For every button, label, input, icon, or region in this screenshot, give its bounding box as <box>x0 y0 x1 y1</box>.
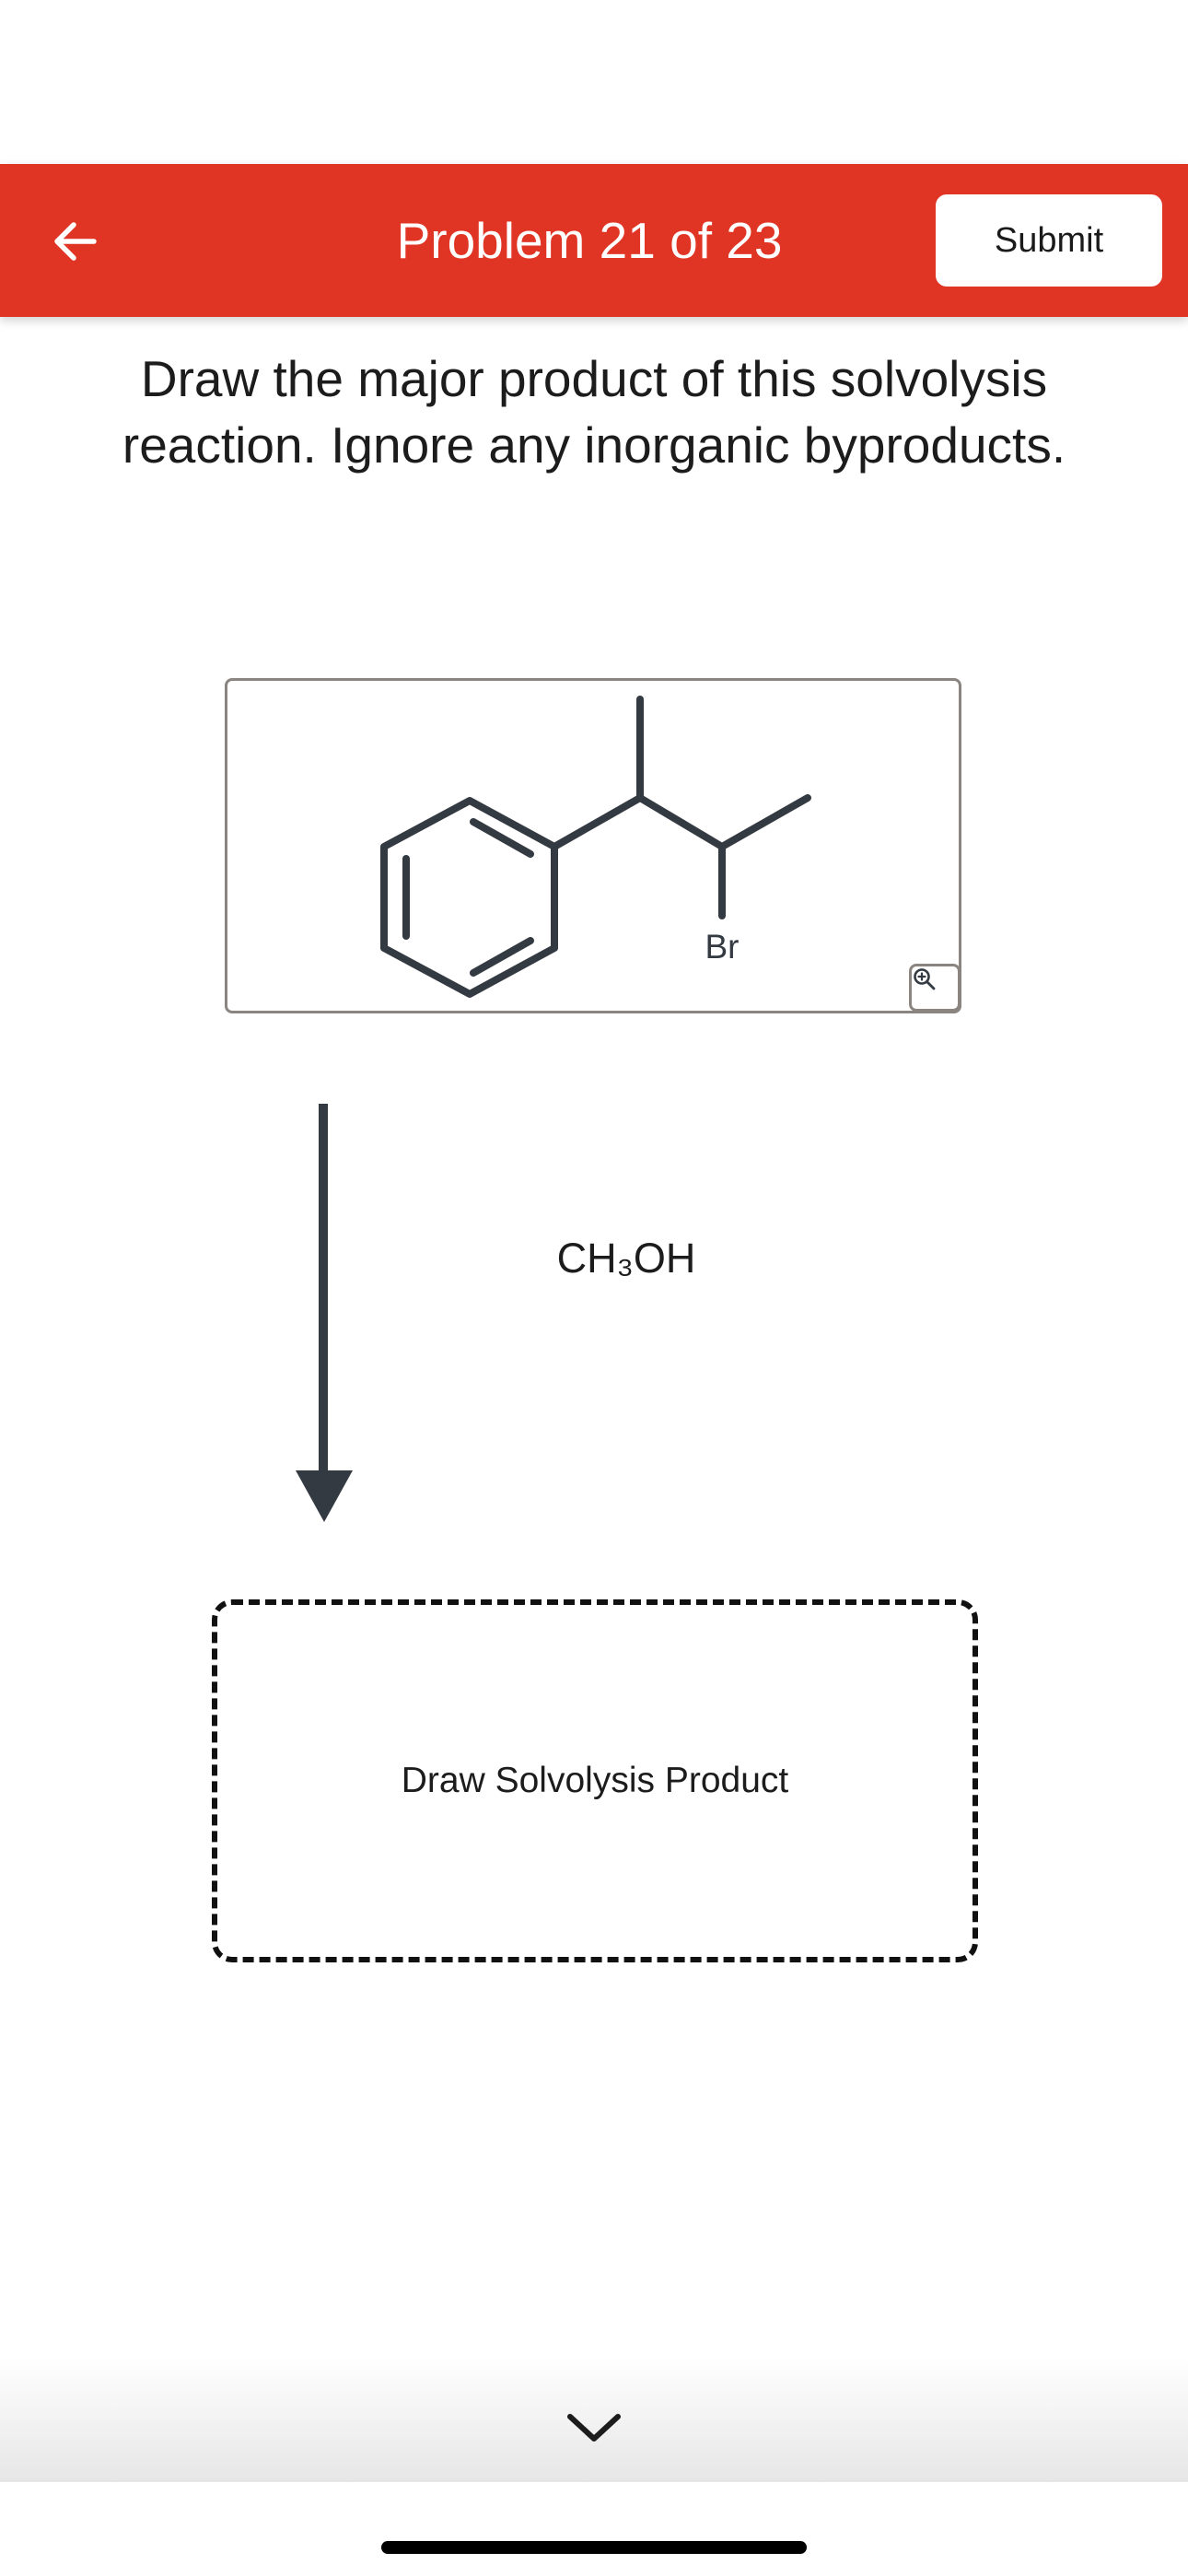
reagent-label: CH₃OH <box>556 1235 696 1282</box>
bond <box>551 794 644 850</box>
problem-counter: Problem 21 of 23 <box>396 212 783 269</box>
bond <box>636 794 726 850</box>
home-indicator[interactable] <box>381 2541 807 2554</box>
expand-button[interactable] <box>562 2395 626 2460</box>
product-drawing-prompt: Draw Solvolysis Product <box>401 1761 789 1800</box>
bond <box>718 794 811 850</box>
arrow-left-icon <box>54 222 97 261</box>
reactant-molecule <box>380 696 811 998</box>
submit-button[interactable]: Submit <box>936 194 1162 287</box>
app-screen: Problem 21 of 23 Submit Draw the major p… <box>0 0 1188 2576</box>
bromine-atom-label: Br <box>705 928 740 966</box>
zoom-button[interactable] <box>909 964 961 1012</box>
question-text: Draw the major product of this solvolysi… <box>122 350 1066 474</box>
product-drawing-area[interactable]: Draw Solvolysis Product <box>212 1599 978 1962</box>
zoom-in-icon <box>914 968 936 990</box>
chevron-down-icon <box>567 2414 621 2441</box>
header-bar: Problem 21 of 23 Submit <box>0 164 1188 317</box>
back-button[interactable] <box>37 203 114 280</box>
reaction-arrow <box>296 1104 353 1522</box>
reactant-structure-box: Br <box>225 678 961 1013</box>
